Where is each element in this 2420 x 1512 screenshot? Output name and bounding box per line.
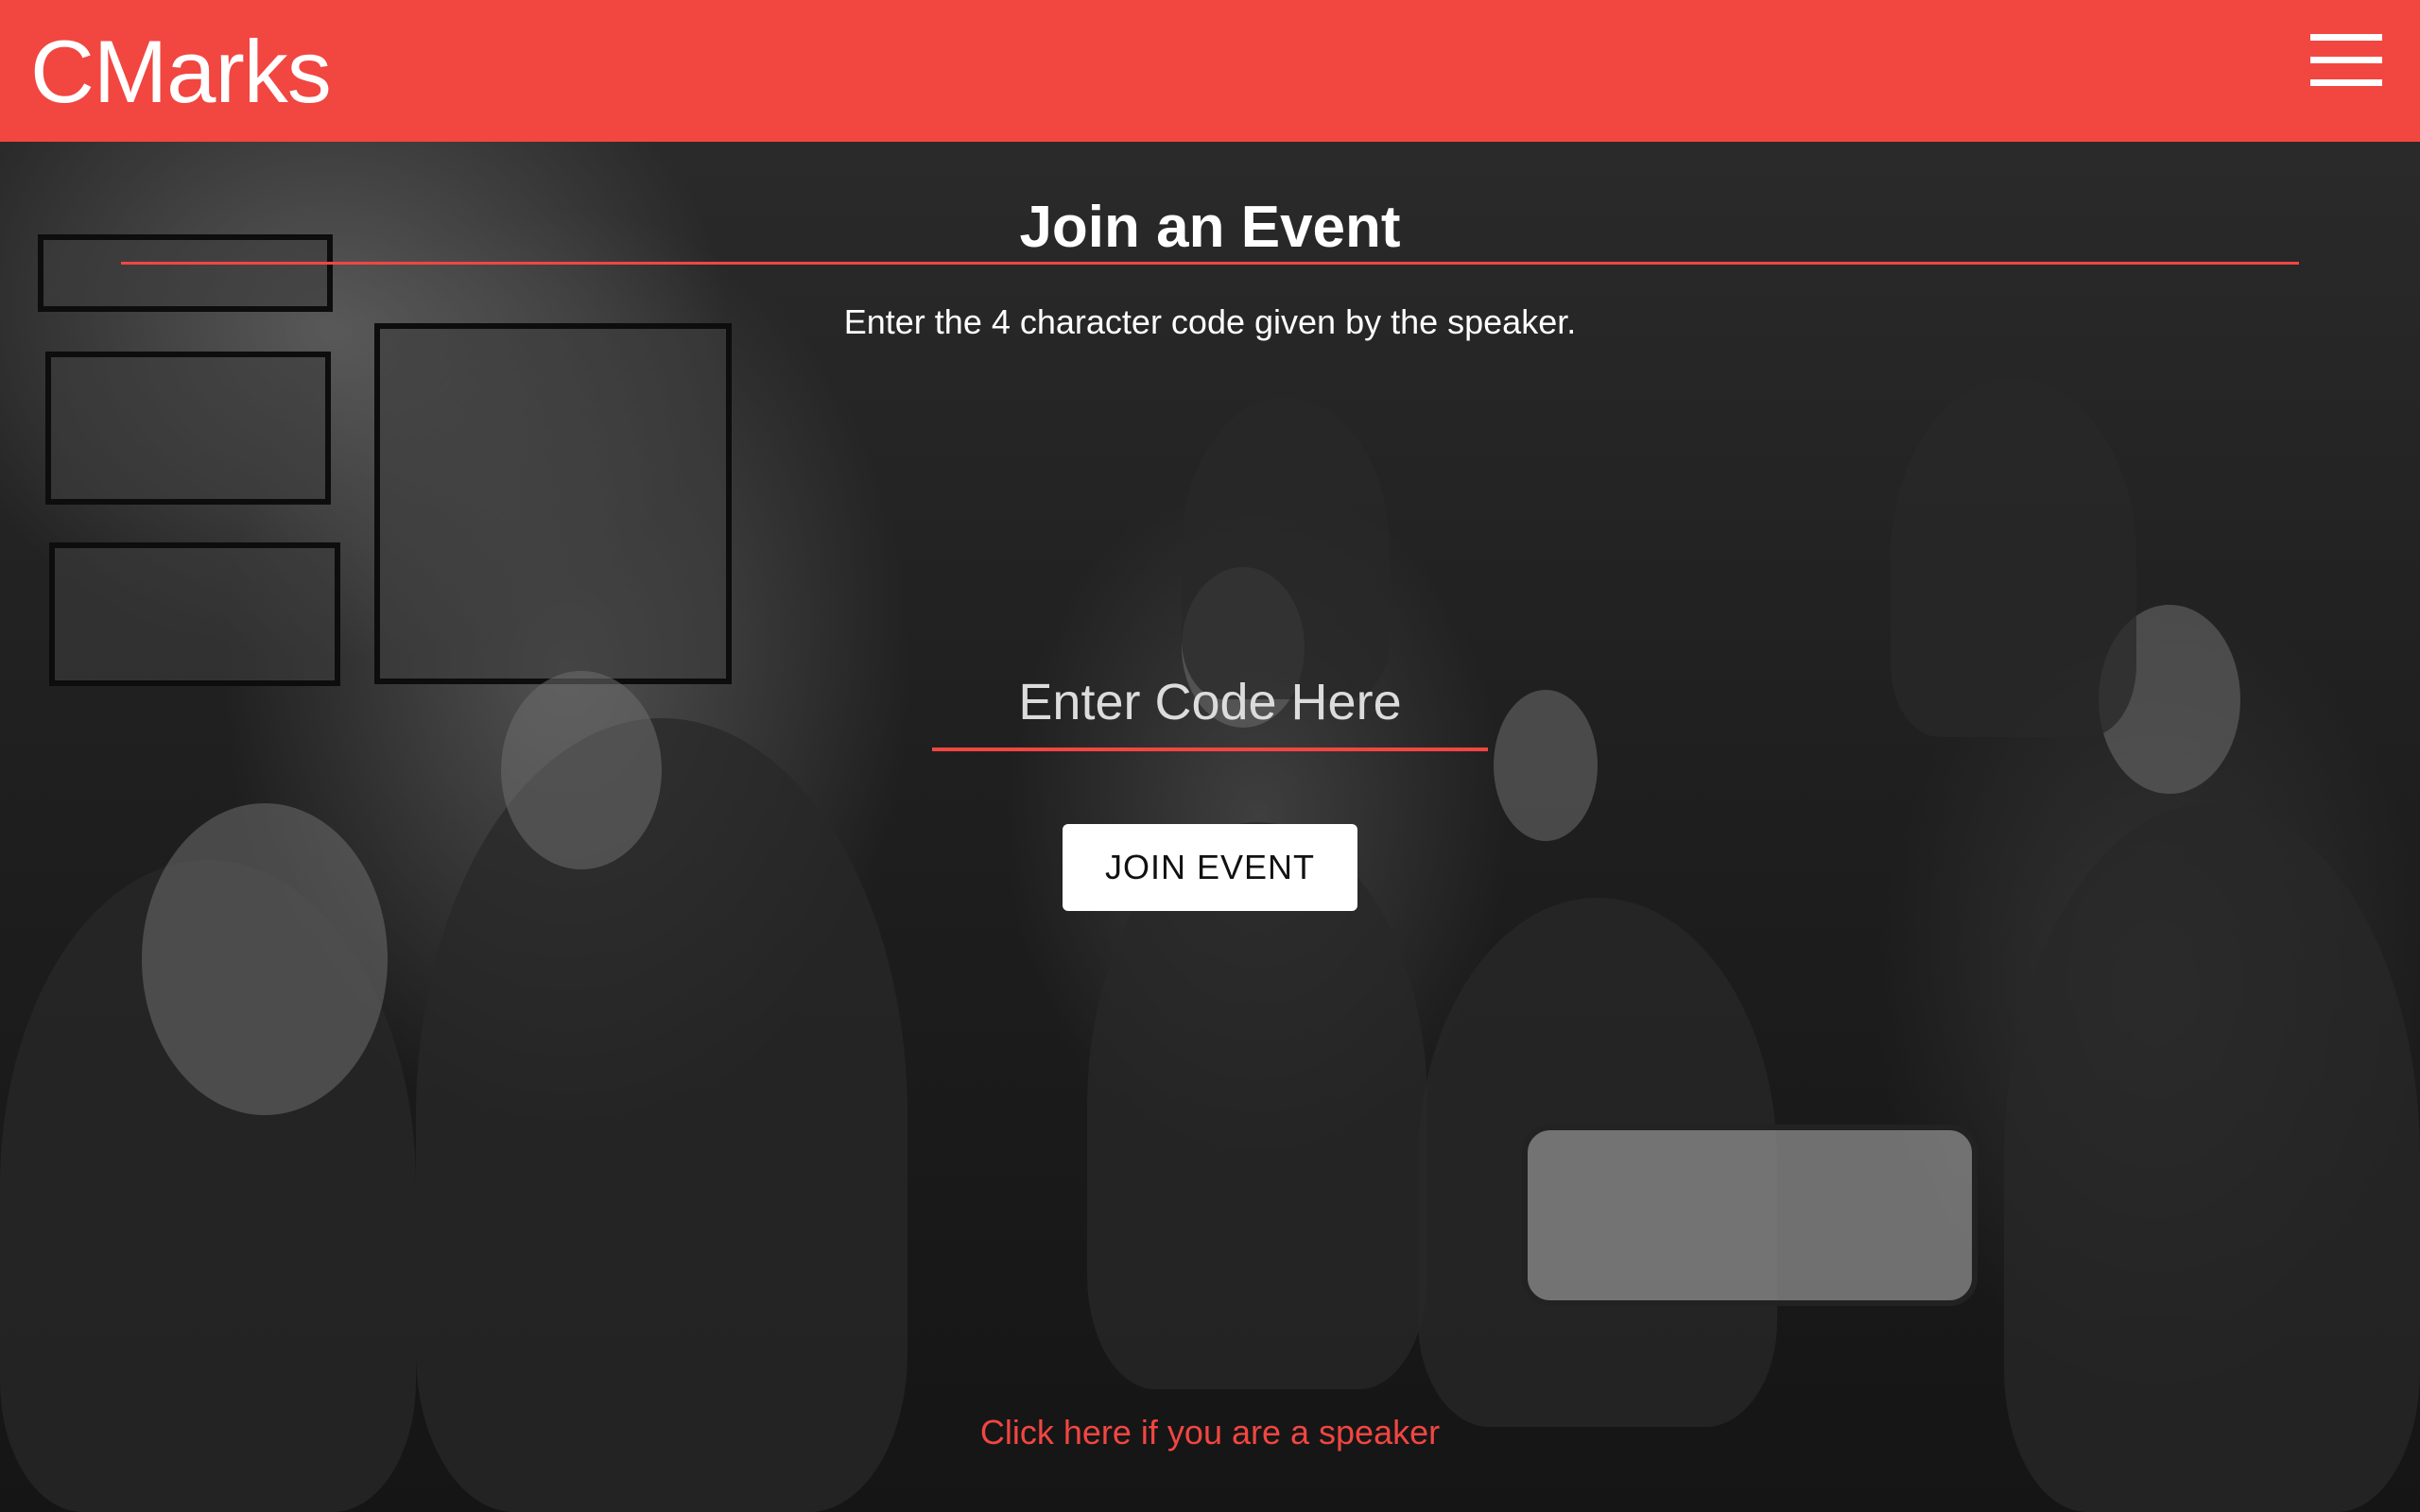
- speaker-link[interactable]: Click here if you are a speaker: [0, 1413, 2420, 1452]
- audience-figure: [416, 718, 908, 1512]
- instructions-text: Enter the 4 character code given by the …: [843, 302, 1577, 341]
- event-code-input[interactable]: [932, 657, 1488, 751]
- page-title: Join an Event: [1019, 195, 1401, 260]
- audience-figure: [1182, 397, 1390, 699]
- brand-logo[interactable]: CMarks: [30, 21, 332, 123]
- menu-line: [2310, 57, 2382, 63]
- audience-head: [501, 671, 662, 869]
- wall-frame: [45, 352, 331, 505]
- wall-frame: [49, 542, 340, 686]
- hamburger-menu-icon[interactable]: [2310, 34, 2382, 87]
- audience-figure: [2004, 803, 2420, 1512]
- title-divider: [121, 262, 2299, 265]
- join-event-button[interactable]: JOIN EVENT: [1063, 824, 1357, 911]
- menu-line: [2310, 79, 2382, 86]
- menu-line: [2310, 34, 2382, 41]
- audience-head: [1494, 690, 1598, 841]
- top-bar: CMarks: [0, 0, 2420, 142]
- audience-figure: [1891, 378, 2136, 737]
- hero-section: Join an Event Enter the 4 character code…: [0, 142, 2420, 1512]
- wall-frame: [374, 323, 732, 684]
- projector: [1522, 1125, 1978, 1306]
- audience-head: [142, 803, 388, 1115]
